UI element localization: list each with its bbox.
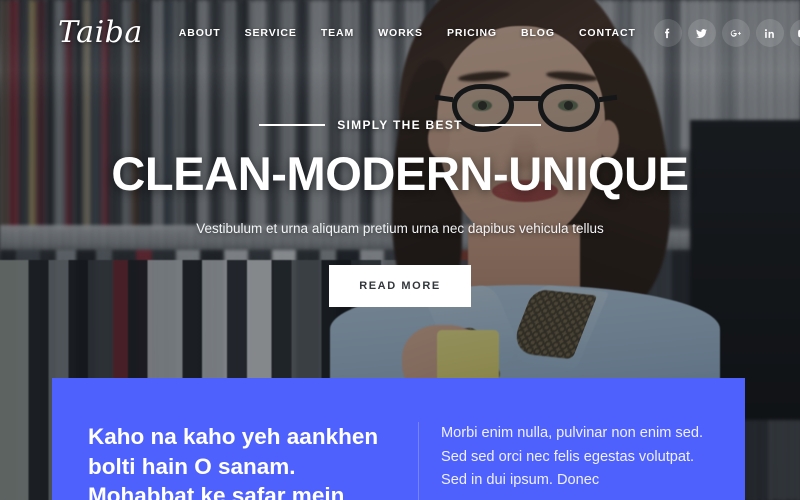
youtube-icon[interactable]	[789, 19, 800, 47]
facebook-icon[interactable]	[653, 19, 682, 47]
nav-link-contact[interactable]: CONTACT	[567, 27, 648, 39]
nav-link-works[interactable]: WORKS	[366, 27, 435, 39]
site-logo[interactable]: Taiba	[58, 18, 143, 48]
hero-content: SIMPLY THE BEST CLEAN-MODERN-UNIQUE Vest…	[0, 118, 800, 307]
hero-tagline: SIMPLY THE BEST	[337, 118, 463, 132]
feature-panel-right: Morbi enim nulla, pulvinar non enim sed.…	[441, 422, 745, 500]
feature-panel-left: Kaho na kaho yeh aankhen bolti hain O sa…	[88, 422, 418, 500]
twitter-icon[interactable]	[687, 19, 716, 47]
feature-panel: Kaho na kaho yeh aankhen bolti hain O sa…	[52, 378, 745, 500]
feature-panel-body: Morbi enim nulla, pulvinar non enim sed.…	[441, 425, 704, 489]
tagline-rule-left	[259, 124, 326, 126]
feature-panel-divider	[418, 422, 419, 500]
nav-link-pricing[interactable]: PRICING	[435, 27, 509, 39]
tagline-rule-right	[474, 124, 541, 126]
hero-tagline-row: SIMPLY THE BEST	[0, 118, 800, 132]
google-plus-icon[interactable]	[721, 19, 750, 47]
feature-panel-heading: Kaho na kaho yeh aankhen bolti hain O sa…	[88, 424, 379, 500]
hero-title: CLEAN-MODERN-UNIQUE	[111, 147, 689, 200]
nav-link-about[interactable]: ABOUT	[167, 27, 233, 39]
site-header: Taiba ABOUT SERVICE TEAM WORKS PRICING B…	[0, 0, 800, 66]
main-navigation: ABOUT SERVICE TEAM WORKS PRICING BLOG CO…	[167, 27, 648, 39]
linkedin-icon[interactable]	[755, 19, 784, 47]
nav-link-team[interactable]: TEAM	[309, 27, 366, 39]
nav-link-blog[interactable]: BLOG	[509, 27, 567, 39]
nav-link-service[interactable]: SERVICE	[233, 27, 309, 39]
social-links	[648, 19, 800, 47]
read-more-button[interactable]: READ MORE	[329, 264, 471, 307]
hero-subtitle: Vestibulum et urna aliquam pretium urna …	[196, 220, 604, 236]
